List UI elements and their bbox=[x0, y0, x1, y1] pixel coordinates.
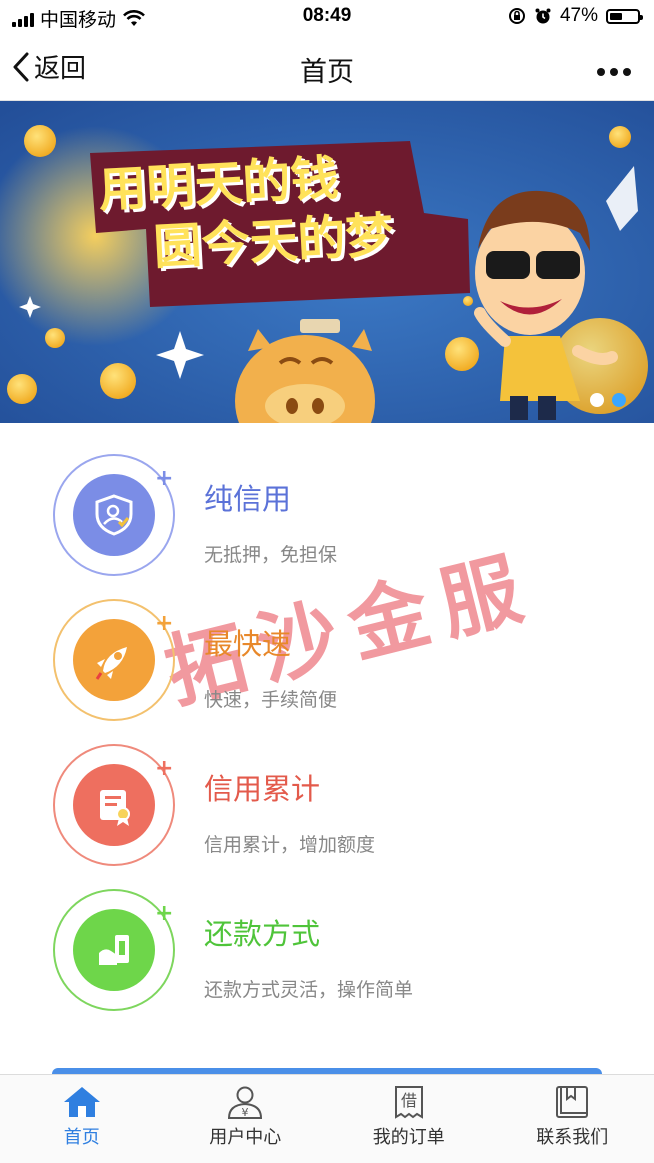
carousel-indicator bbox=[590, 393, 626, 407]
feature-repayment-method[interactable]: + 还款方式 还款方式灵活，操作简单 bbox=[0, 889, 654, 1013]
tab-label: 用户中心 bbox=[209, 1123, 281, 1149]
more-dots-icon bbox=[596, 67, 632, 77]
tab-label: 首页 bbox=[64, 1123, 100, 1149]
feature-title: 纯信用 bbox=[204, 476, 291, 518]
battery-percent: 47% bbox=[560, 5, 598, 27]
shield-user-icon bbox=[91, 492, 137, 538]
feature-icon-circle bbox=[73, 909, 155, 991]
plus-icon: + bbox=[155, 903, 173, 925]
certificate-icon bbox=[91, 782, 137, 828]
feature-icon-circle bbox=[73, 474, 155, 556]
promo-banner[interactable]: 用明天的钱 圆今天的梦 bbox=[0, 101, 654, 423]
status-right: 47% bbox=[508, 5, 640, 27]
orientation-lock-icon bbox=[508, 7, 526, 25]
repayment-hand-icon bbox=[91, 927, 137, 973]
feature-title: 最快速 bbox=[204, 621, 291, 663]
feature-icon-circle bbox=[73, 764, 155, 846]
status-bar: 中国移动 08:49 47% bbox=[0, 0, 654, 34]
carousel-dot[interactable] bbox=[590, 393, 604, 407]
tab-label: 我的订单 bbox=[373, 1123, 445, 1149]
user-center-icon: ¥ bbox=[225, 1085, 265, 1119]
feature-title: 信用累计 bbox=[204, 766, 320, 808]
tab-my-orders[interactable]: 借 我的订单 bbox=[327, 1075, 491, 1163]
svg-text:借: 借 bbox=[401, 1091, 417, 1110]
feature-credit-accumulation[interactable]: + 信用累计 信用累计，增加额度 bbox=[0, 744, 654, 868]
feature-pure-credit[interactable]: + 纯信用 无抵押，免担保 bbox=[0, 454, 654, 578]
carousel-dot-active[interactable] bbox=[612, 393, 626, 407]
navigation-bar: 返回 首页 bbox=[0, 34, 654, 101]
alarm-icon bbox=[534, 7, 552, 25]
feature-description: 无抵押，免担保 bbox=[204, 540, 337, 567]
plus-icon: + bbox=[155, 468, 173, 490]
tab-label: 联系我们 bbox=[536, 1123, 608, 1149]
tab-home[interactable]: 首页 bbox=[0, 1075, 164, 1163]
feature-description: 快速，手续简便 bbox=[204, 685, 337, 712]
banner-slogan: 用明天的钱 圆今天的梦 bbox=[97, 145, 395, 280]
battery-icon bbox=[606, 9, 640, 24]
feature-fastest[interactable]: + 最快速 快速，手续简便 bbox=[0, 599, 654, 723]
feature-title: 还款方式 bbox=[204, 911, 320, 953]
contact-book-icon bbox=[552, 1085, 592, 1119]
svg-text:¥: ¥ bbox=[242, 1106, 249, 1119]
order-icon: 借 bbox=[389, 1085, 429, 1119]
page-title: 首页 bbox=[0, 50, 654, 89]
home-icon bbox=[62, 1085, 102, 1119]
feature-description: 还款方式灵活，操作简单 bbox=[204, 975, 413, 1002]
plus-icon: + bbox=[155, 613, 173, 635]
plus-icon: + bbox=[155, 758, 173, 780]
rocket-icon bbox=[91, 637, 137, 683]
feature-description: 信用累计，增加额度 bbox=[204, 830, 375, 857]
bottom-tab-bar: 首页 ¥ 用户中心 借 我的订单 联系我们 bbox=[0, 1074, 654, 1163]
feature-icon-circle bbox=[73, 619, 155, 701]
tab-user-center[interactable]: ¥ 用户中心 bbox=[164, 1075, 328, 1163]
tab-contact-us[interactable]: 联系我们 bbox=[491, 1075, 654, 1163]
more-menu-button[interactable] bbox=[596, 54, 632, 84]
